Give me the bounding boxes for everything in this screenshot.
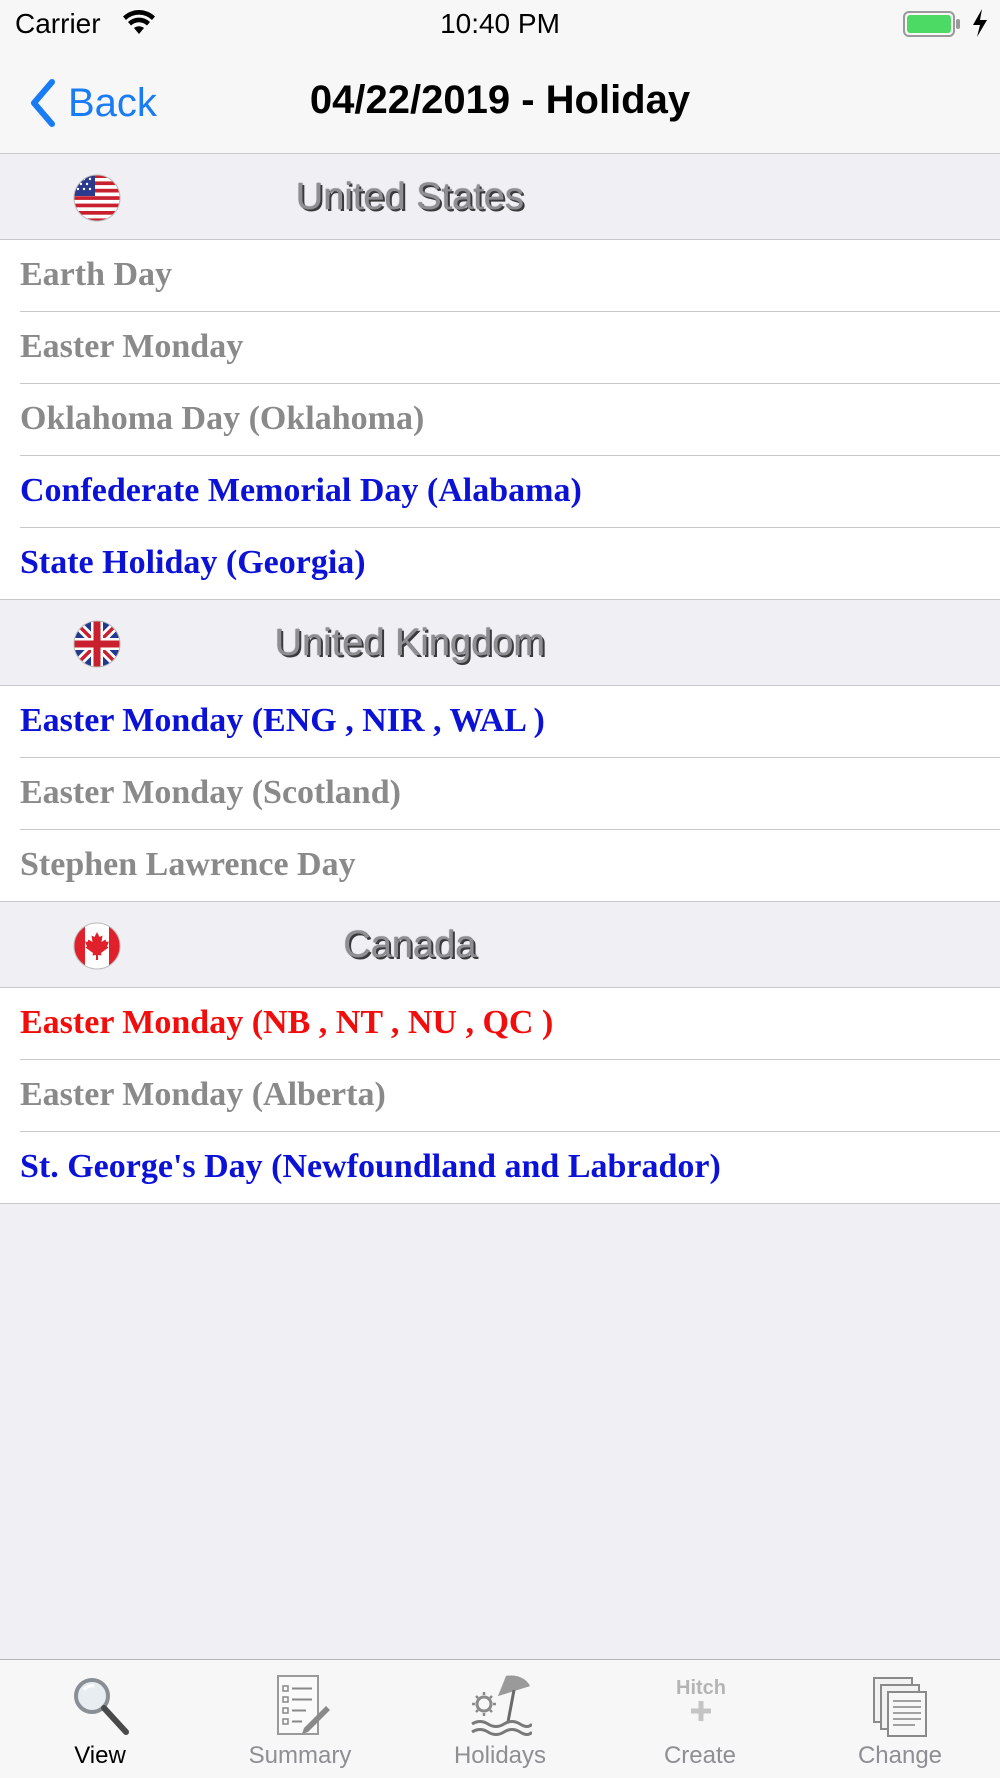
tab-label: Holidays xyxy=(453,1742,547,1769)
holiday-row[interactable]: Oklahoma Day (Oklahoma) xyxy=(0,384,1000,456)
checklist-icon xyxy=(277,1675,330,1735)
hitch-plus-icon: Hitch xyxy=(676,1677,726,1721)
tab-label: Summary xyxy=(248,1742,352,1769)
holiday-label: Confederate Memorial Day (Alabama) xyxy=(20,472,582,509)
charging-bolt-icon xyxy=(973,9,987,37)
holiday-label: Oklahoma Day (Oklahoma) xyxy=(20,400,425,437)
holiday-label: St. George's Day (Newfoundland and Labra… xyxy=(20,1148,721,1185)
battery-icon xyxy=(903,11,960,37)
holiday-label: Earth Day xyxy=(20,256,173,293)
holiday-row[interactable]: Confederate Memorial Day (Alabama) xyxy=(0,456,1000,528)
tab-label: Create xyxy=(663,1742,737,1769)
holiday-label: Easter Monday (Scotland) xyxy=(20,774,401,811)
holiday-label: Easter Monday (NB , NT , NU , QC ) xyxy=(20,1004,554,1041)
section-title: United States xyxy=(295,176,525,218)
holiday-list: United States Earth Day Easter Monday Ok… xyxy=(0,154,1000,1204)
magnifier-icon xyxy=(74,1678,129,1735)
documents-stack-icon xyxy=(873,1677,927,1737)
holiday-row[interactable]: Easter Monday (Scotland) xyxy=(0,758,1000,830)
section-rows-canada: Easter Monday (NB , NT , NU , QC ) Easte… xyxy=(0,988,1000,1204)
section-header-united-states: United States xyxy=(0,154,1000,240)
holiday-row[interactable]: State Holiday (Georgia) xyxy=(0,528,1000,600)
holiday-row[interactable]: Easter Monday (Alberta) xyxy=(0,1060,1000,1132)
holiday-label: State Holiday (Georgia) xyxy=(20,544,366,581)
holiday-row[interactable]: Easter Monday (NB , NT , NU , QC ) xyxy=(0,988,1000,1060)
tab-summary[interactable]: Summary xyxy=(200,1660,400,1778)
hitch-icon-text: Hitch xyxy=(676,1677,726,1699)
tab-bar: View Summary Holidays Hitch Create Chang… xyxy=(0,1659,1000,1778)
tab-create[interactable]: Hitch Create xyxy=(600,1660,800,1778)
holiday-row[interactable]: Stephen Lawrence Day xyxy=(0,830,1000,902)
status-time: 10:40 PM xyxy=(440,8,560,39)
status-bar: Carrier 10:40 PM xyxy=(0,0,1000,50)
tab-holidays[interactable]: Holidays xyxy=(400,1660,600,1778)
tab-label: Change xyxy=(857,1742,943,1769)
navigation-bar: Back 04/22/2019 - Holiday xyxy=(0,50,1000,154)
tab-change[interactable]: Change xyxy=(800,1660,1000,1778)
section-title: United Kingdom xyxy=(274,622,546,664)
holiday-row[interactable]: St. George's Day (Newfoundland and Labra… xyxy=(0,1132,1000,1204)
holiday-label: Easter Monday xyxy=(20,328,244,365)
page-title: 04/22/2019 - Holiday xyxy=(309,78,691,122)
tab-view[interactable]: View xyxy=(0,1660,200,1778)
holiday-row[interactable]: Earth Day xyxy=(0,240,1000,312)
holiday-label: Easter Monday (ENG , NIR , WAL ) xyxy=(20,702,545,739)
section-header-united-kingdom: United Kingdom xyxy=(0,600,1000,686)
holiday-row[interactable]: Easter Monday (ENG , NIR , WAL ) xyxy=(0,686,1000,758)
holiday-row[interactable]: Easter Monday xyxy=(0,312,1000,384)
section-rows-united-kingdom: Easter Monday (ENG , NIR , WAL ) Easter … xyxy=(0,686,1000,902)
beach-umbrella-icon xyxy=(471,1675,532,1736)
section-header-canada: Canada xyxy=(0,902,1000,988)
tab-label: View xyxy=(74,1742,126,1769)
holiday-label: Easter Monday (Alberta) xyxy=(20,1076,386,1113)
holiday-label: Stephen Lawrence Day xyxy=(20,846,356,883)
section-title: Canada xyxy=(343,924,477,966)
section-rows-united-states: Earth Day Easter Monday Oklahoma Day (Ok… xyxy=(0,240,1000,600)
